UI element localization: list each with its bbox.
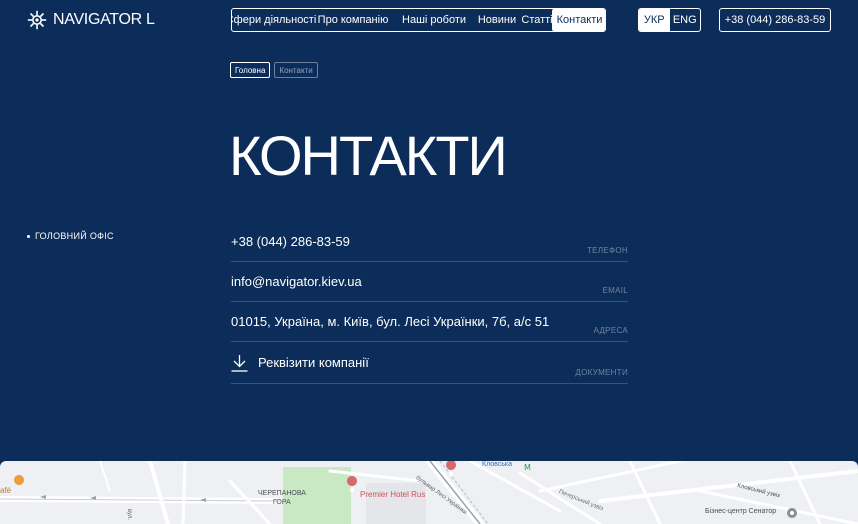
language-switcher: УКР ENG [638,8,701,32]
contact-email-label: EMAIL [602,286,628,295]
map-label-district-2: ГОРА [273,499,291,506]
breadcrumb: Головна Контакти [230,62,318,78]
office-label-text: ГОЛОВНИЙ ОФІС [35,231,114,241]
page-title: КОНТАКТИ [229,124,508,187]
map-label-hotel: Premier Hotel Rus [360,490,426,499]
logo[interactable]: NAVIGATOR L [27,9,155,31]
nav-item-articles[interactable]: Статті [521,9,552,31]
logo-text: NAVIGATOR L [53,11,155,28]
contact-row-address: 01015, Україна, м. Київ, бул. Лесі Украї… [231,302,628,342]
logo-compass-icon [27,10,47,30]
contact-row-phone: +38 (044) 286-83-59 ТЕЛЕФОН [231,222,628,262]
contact-documents-label: ДОКУМЕНТИ [575,368,628,377]
breadcrumb-home[interactable]: Головна [230,62,271,78]
contact-address-text: 01015, Україна, м. Київ, бул. Лесі Украї… [231,314,550,329]
svg-text:M: M [524,463,531,472]
map-label-metro: Кловська [482,461,513,468]
contact-phone-label: ТЕЛЕФОН [587,246,628,255]
contact-row-documents: Реквізити компанії ДОКУМЕНТИ [231,342,628,384]
contact-phone-link[interactable]: +38 (044) 286-83-59 [231,234,350,249]
map-label-street: вул. [126,509,132,521]
map-label-business: Бізнес-центр Сенатор [705,508,777,515]
header-phone-button[interactable]: +38 (044) 286-83-59 [719,8,831,32]
map-label-cafe: afé [0,486,12,495]
nav-item-works[interactable]: Наші роботи [396,9,472,31]
nav-item-news[interactable]: Новини [472,9,522,31]
breadcrumb-current: Контакти [274,62,318,78]
download-icon [231,354,248,372]
location-map[interactable]: M afé ЧЕРЕПАНОВА ГОРА Premier Hotel Rus … [0,461,858,524]
lang-ukr[interactable]: УКР [639,9,670,31]
contact-address-label: АДРЕСА [593,326,628,335]
contact-row-email: info@navigator.kiev.ua EMAIL [231,262,628,302]
nav-item-contacts[interactable]: Контакти [552,9,605,31]
main-nav: Сфери діяльності Про компанію Наші робот… [231,8,606,32]
company-details-download-link[interactable]: Реквізити компанії [231,354,369,372]
company-details-text: Реквізити компанії [258,355,369,370]
office-section-label: ГОЛОВНИЙ ОФІС [27,231,114,241]
lang-eng[interactable]: ENG [670,9,701,31]
contacts-list: +38 (044) 286-83-59 ТЕЛЕФОН info@navigat… [231,222,628,384]
nav-item-about[interactable]: Про компанію [310,9,396,31]
map-label-district-1: ЧЕРЕПАНОВА [258,490,306,497]
contact-email-link[interactable]: info@navigator.kiev.ua [231,274,362,289]
bullet-icon [27,234,30,238]
nav-item-activities[interactable]: Сфери діяльності [232,9,316,31]
